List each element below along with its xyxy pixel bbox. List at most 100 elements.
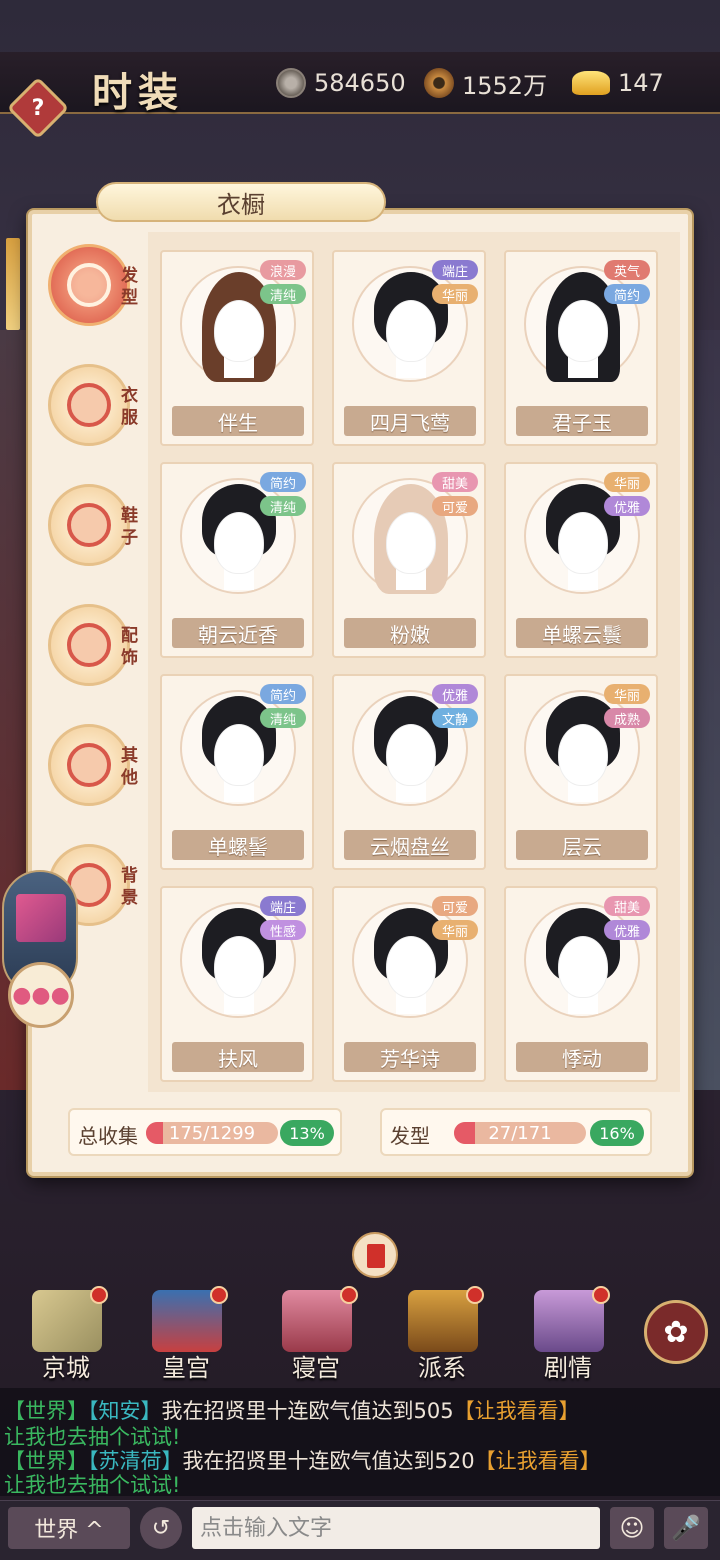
face [558,300,608,362]
hairstyle-name: 悸动 [516,1042,648,1072]
nav-bedchamber[interactable]: 寝宫 [266,1286,366,1386]
face [214,936,264,998]
red-envelope-button[interactable] [352,1232,398,1278]
channel-select-button[interactable]: 世界 ^ [8,1507,130,1549]
hairstyle-card[interactable]: 英气 简约 君子玉 [504,250,658,446]
nav-story[interactable]: 剧情 [518,1286,618,1386]
chat-channel: 【世界】 [4,1449,88,1473]
hairstyle-name: 君子玉 [516,406,648,436]
chat-tail: 让我也去抽个试试! [4,1425,181,1449]
hairstyle-name: 单螺云鬟 [516,618,648,648]
style-tag: 清纯 [260,284,306,304]
face [558,724,608,786]
hairstyle-card[interactable]: 简约 清纯 朝云近香 [160,462,314,658]
category-label: 其他 [121,746,138,788]
nav-label: 京城 [42,1354,90,1382]
style-tag: 可爱 [432,896,478,916]
tassel-decoration [6,238,20,330]
red-envelope-icon [367,1244,385,1268]
chat-message-tail: 让我也去抽个试试! [4,1424,716,1450]
microphone-icon: 🎤 [671,1514,701,1542]
nav-palace[interactable]: 皇宫 [136,1286,236,1386]
bottom-nav: 京城 皇宫 寝宫 派系 剧情 [0,1286,720,1386]
hairstyle-name: 芳华诗 [344,1042,476,1072]
chat-user[interactable]: 【苏清荷】 [88,1449,183,1473]
style-tag: 英气 [604,260,650,280]
total-collection-fill [146,1122,164,1144]
hairstyle-name: 单螺髻 [172,830,304,860]
face [558,936,608,998]
nav-label: 派系 [418,1354,466,1382]
accessory-icon [67,623,111,667]
total-collection-value: 175/1299 [168,1122,256,1144]
gold-currency: 147 [572,66,664,100]
page-title: 时装 [92,69,184,116]
face [214,724,264,786]
style-tag: 可爱 [432,496,478,516]
book-icon [16,894,66,942]
chat-bubble-button[interactable]: ●●● [8,962,74,1028]
nav-label: 寝宫 [292,1354,340,1382]
style-tag: 华丽 [604,684,650,704]
total-collection-stat: 总收集 175/1299 13% [68,1108,342,1156]
style-tag: 简约 [260,472,306,492]
clothes-icon [67,383,111,427]
category-clothes[interactable]: 衣服 [48,364,138,446]
hairstyle-card[interactable]: 可爱 华丽 芳华诗 [332,886,486,1082]
hairstyle-card[interactable]: 浪漫 清纯 伴生 [160,250,314,446]
hairstyle-card[interactable]: 简约 清纯 单螺髻 [160,674,314,870]
gold-ingot-icon [572,71,610,95]
notification-dot [466,1286,484,1304]
silver-coin-icon [276,68,306,98]
ellipsis-icon: ●●● [12,982,70,1008]
chat-link[interactable]: 【让我看看】 [454,1399,580,1423]
hairstyle-name: 扶风 [172,1042,304,1072]
flower-menu-button[interactable]: ✿ [644,1300,708,1364]
hairstyle-collection-stat: 发型 27/171 16% [380,1108,652,1156]
hairstyle-card[interactable]: 甜美 优雅 悸动 [504,886,658,1082]
style-tag: 文静 [432,708,478,728]
style-tag: 华丽 [604,472,650,492]
style-tag: 成熟 [604,708,650,728]
hairstyle-name: 粉嫩 [344,618,476,648]
voice-button[interactable]: 🎤 [664,1507,708,1549]
silver-amount: 584650 [314,69,406,97]
hairstyle-name: 云烟盘丝 [344,830,476,860]
chat-text-input[interactable] [192,1507,600,1549]
history-button[interactable]: ↺ [140,1507,182,1549]
hairstyle-icon [67,263,111,307]
category-label: 鞋子 [121,506,138,548]
notification-dot [210,1286,228,1304]
category-accessory[interactable]: 配饰 [48,604,138,686]
category-hairstyle[interactable]: 发型 [48,244,138,326]
style-tag: 端庄 [432,260,478,280]
shoes-icon [67,503,111,547]
category-other[interactable]: 其他 [48,724,138,806]
chat-message: 【世界】【苏清荷】我在招贤里十连欧气值达到520【让我看看】 [4,1448,716,1474]
hairstyle-card[interactable]: 端庄 华丽 四月飞莺 [332,250,486,446]
hairstyle-name: 四月飞莺 [344,406,476,436]
chat-input-bar: 世界 ^ ↺ ☺ 🎤 [0,1500,720,1560]
hairstyle-card[interactable]: 端庄 性感 扶风 [160,886,314,1082]
style-tag: 优雅 [604,920,650,940]
style-tag: 甜美 [432,472,478,492]
chat-link[interactable]: 【让我看看】 [475,1449,601,1473]
face [558,512,608,574]
style-tag: 简约 [260,684,306,704]
gold-amount: 147 [618,69,664,97]
face [386,300,436,362]
hairstyle-card[interactable]: 优雅 文静 云烟盘丝 [332,674,486,870]
nav-faction[interactable]: 派系 [392,1286,492,1386]
nav-capital[interactable]: 京城 [16,1286,116,1386]
hairstyle-card[interactable]: 华丽 成熟 层云 [504,674,658,870]
hairstyle-card[interactable]: 甜美 可爱 粉嫩 [332,462,486,658]
total-collection-label: 总收集 [78,1124,138,1148]
hairstyle-card[interactable]: 华丽 优雅 单螺云鬟 [504,462,658,658]
emoji-icon: ☺ [619,1514,645,1542]
chat-user[interactable]: 【知安】 [88,1399,162,1423]
style-tag: 甜美 [604,896,650,916]
hairstyle-collection-bar: 27/171 [454,1122,586,1144]
category-shoes[interactable]: 鞋子 [48,484,138,566]
style-tag: 简约 [604,284,650,304]
emoji-button[interactable]: ☺ [610,1507,654,1549]
